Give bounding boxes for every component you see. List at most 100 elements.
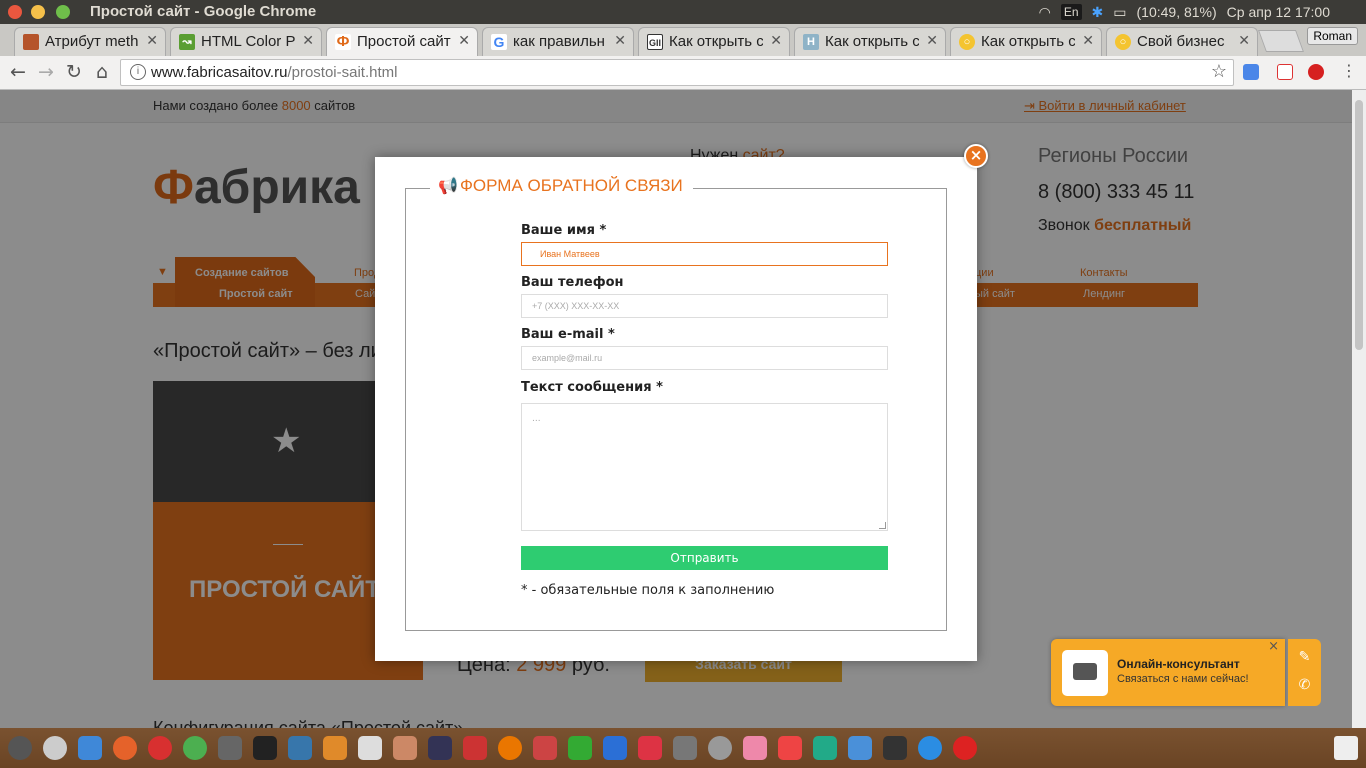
image-viewer-icon[interactable] [813,736,837,760]
message-textarea[interactable]: ... [521,403,888,531]
forward-arrow-icon[interactable]: → [35,61,57,83]
scrollbar-thumb[interactable] [1355,100,1363,350]
edit-icon[interactable]: ✎ [1288,649,1321,665]
online-consultant-widget[interactable]: Онлайн-консультант Связаться с нами сейч… [1051,639,1285,706]
tab-label: Как открыть с [981,33,1075,50]
consultant-title: Онлайн-консультант [1117,657,1240,671]
tab-svoi-biznes[interactable]: ○ Свой бизнес ✕ [1106,27,1258,56]
app-icon[interactable] [778,736,802,760]
settings-app-icon[interactable] [43,736,67,760]
trash-icon[interactable] [1334,736,1358,760]
battery-icon[interactable]: ▭ [1113,4,1126,21]
app-icon[interactable] [953,736,977,760]
tab-close-icon[interactable]: ✕ [302,32,314,49]
chrome-menu-icon[interactable]: ⋮ [1338,61,1360,80]
consultant-close-icon[interactable]: × [1268,639,1279,654]
tab-label: Простой сайт [357,33,451,50]
address-bar[interactable]: i www.fabricasaitov.ru/prostoi-sait.html… [120,59,1234,86]
info-icon[interactable]: i [130,64,146,80]
blender-icon[interactable] [498,736,522,760]
tab-kak-otkryt-3[interactable]: ○ Как открыть с ✕ [950,27,1102,56]
app-icon[interactable] [883,736,907,760]
clock[interactable]: Ср апр 12 17:00 [1227,4,1330,20]
tab-close-icon[interactable]: ✕ [1238,32,1250,49]
tab-label: Как открыть с [825,33,919,50]
profile-button[interactable]: Roman [1307,27,1358,45]
feedback-form: 📢 ФОРМА ОБРАТНОЙ СВЯЗИ Ваше имя * Иван Ма… [405,176,947,631]
tab-close-icon[interactable]: ✕ [614,32,626,49]
launcher-icon[interactable] [8,736,32,760]
back-arrow-icon[interactable]: ← [7,61,29,83]
phone-input[interactable]: +7 (XXX) XXX-XX-XX [521,294,888,318]
tab-close-icon[interactable]: ✕ [926,32,938,49]
maximize-window-button[interactable] [56,5,70,19]
tab-favicon-icon: ○ [1115,34,1131,50]
chrome-icon[interactable] [183,736,207,760]
mail-icon[interactable] [743,736,767,760]
tab-close-icon[interactable]: ✕ [770,32,782,49]
tab-close-icon[interactable]: ✕ [1082,32,1094,49]
tab-prostoi-sait[interactable]: Ф Простой сайт ✕ [326,27,478,57]
message-label: Текст сообщения * [521,380,663,395]
tab-favicon-icon: GII [647,34,663,50]
name-input[interactable]: Иван Матвеев [521,242,888,266]
email-input[interactable]: example@mail.ru [521,346,888,370]
tab-kak-otkryt-1[interactable]: GII Как открыть с ✕ [638,27,790,56]
writer-icon[interactable] [603,736,627,760]
document-icon[interactable] [358,736,382,760]
new-tab-button[interactable] [1257,30,1305,52]
submit-button[interactable]: Отправить [521,546,888,570]
page-scrollbar[interactable] [1352,90,1366,728]
bookmark-star-icon[interactable]: ☆ [1211,61,1227,82]
adblock-extension-icon[interactable] [1308,64,1324,80]
translate-extension-icon[interactable] [1243,64,1259,80]
tab-atribut-method[interactable]: Атрибут meth ✕ [14,27,166,56]
feedback-modal: 📢 ФОРМА ОБРАТНОЙ СВЯЗИ Ваше имя * Иван Ма… [375,157,977,661]
modal-close-icon[interactable]: × [964,144,988,168]
tab-favicon-icon [23,34,39,50]
taskbar-dock [0,728,1366,768]
tab-close-icon[interactable]: ✕ [458,32,470,49]
system-settings-icon[interactable] [708,736,732,760]
tab-label: Как открыть с [669,33,763,50]
close-window-button[interactable] [8,5,22,19]
url-text[interactable]: www.fabricasaitov.ru/prostoi-sait.html [151,64,397,81]
app-icon[interactable] [218,736,242,760]
spreadsheet-icon[interactable] [568,736,592,760]
download-icon[interactable] [918,736,942,760]
tab-google-search[interactable]: G как правильн ✕ [482,27,634,56]
tab-close-icon[interactable]: ✕ [146,32,158,49]
home-icon[interactable]: ⌂ [91,61,113,83]
app-icon[interactable] [323,736,347,760]
filezilla-icon[interactable] [463,736,487,760]
resize-handle-icon[interactable] [879,522,886,529]
form-title: 📢 ФОРМА ОБРАТНОЙ СВЯЗИ [430,176,693,196]
tab-label: Атрибут meth [45,33,139,50]
callback-phone-icon[interactable]: ✆ [1288,677,1321,693]
shield-extension-icon[interactable] [1277,64,1293,80]
keyboard-layout[interactable]: En [1060,4,1082,20]
python-icon[interactable] [288,736,312,760]
presentation-icon[interactable] [638,736,662,760]
bluetooth-icon[interactable]: ✱ [1092,4,1104,21]
tab-strip: Атрибут meth ✕ ↝ HTML Color P ✕ Ф Просто… [0,24,1366,57]
calculator-icon[interactable] [673,736,697,760]
tab-kak-otkryt-2[interactable]: H Как открыть с ✕ [794,27,946,56]
minimize-window-button[interactable] [31,5,45,19]
battery-status[interactable]: (10:49, 81%) [1137,4,1217,20]
code-editor-icon[interactable] [428,736,452,760]
opera-icon[interactable] [148,736,172,760]
files-icon[interactable] [848,736,872,760]
firefox-icon[interactable] [113,736,137,760]
app-icon[interactable] [393,736,417,760]
finder-icon[interactable] [78,736,102,760]
chat-bubble-icon [1062,650,1108,696]
tab-favicon-icon: ○ [959,34,975,50]
app-icon[interactable] [533,736,557,760]
phone-label: Ваш телефон [521,275,624,290]
tab-label: Свой бизнес [1137,33,1225,50]
tab-html-color[interactable]: ↝ HTML Color P ✕ [170,27,322,56]
wifi-icon[interactable]: ◠ [1039,4,1051,21]
reload-icon[interactable]: ↻ [63,61,85,83]
terminal-icon[interactable] [253,736,277,760]
